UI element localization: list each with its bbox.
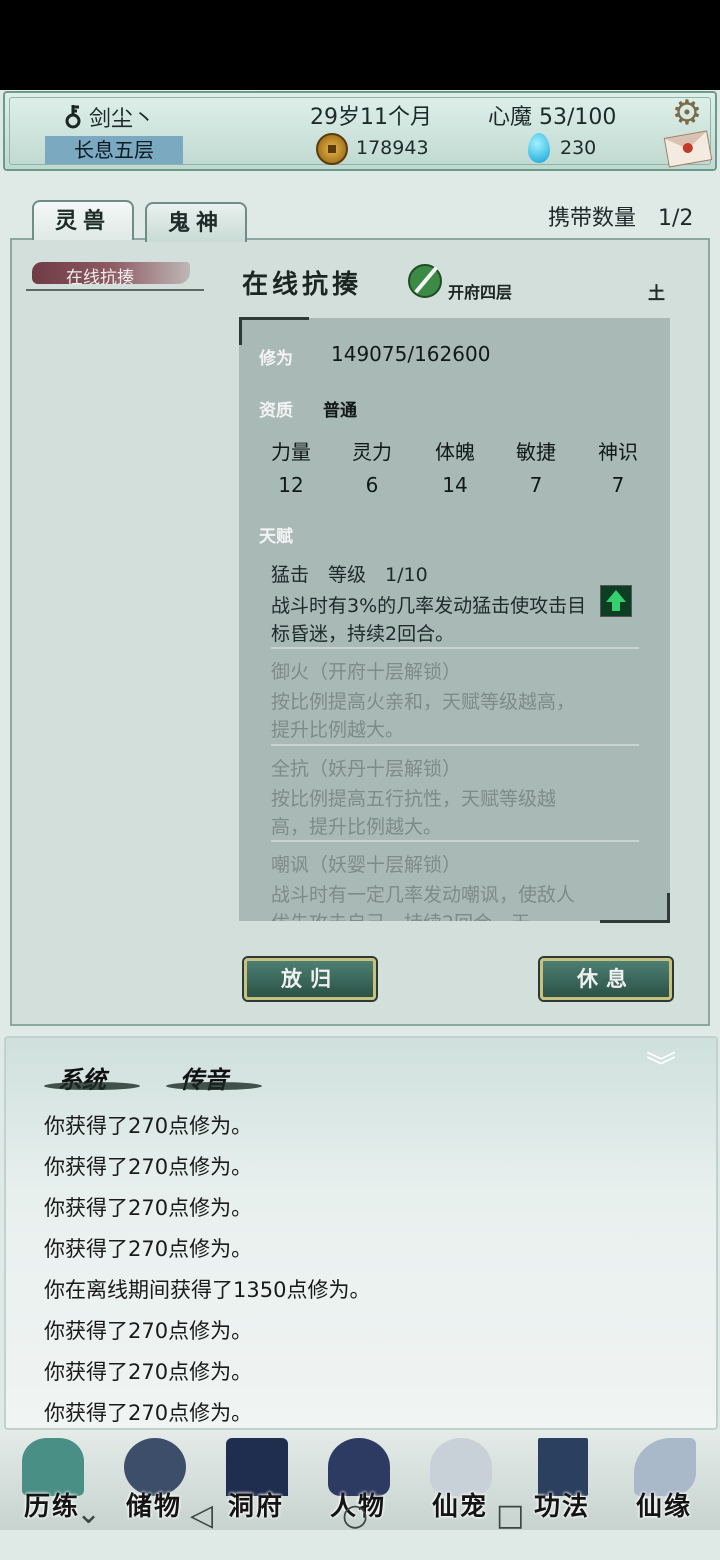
stat-value: 7 [611, 473, 625, 497]
nav-cave[interactable]: 洞府 [206, 1438, 306, 1530]
talent-desc: 战斗时有3%的几率发动猛击使攻击目标昏迷，持续2回合。 [271, 595, 587, 645]
log-line: 你在离线期间获得了1350点修为。 [44, 1278, 371, 1302]
pet-realm: 开府四层 [448, 283, 513, 302]
stat-value: 7 [529, 473, 543, 497]
log-line: 你获得了270点修为。 [44, 1114, 253, 1138]
divider [26, 289, 204, 291]
rename-pen-icon[interactable] [408, 264, 442, 298]
upgrade-talent-button[interactable] [600, 585, 632, 617]
release-button[interactable]: 放归 [244, 958, 376, 1000]
nav-storage[interactable]: 储物 [104, 1438, 204, 1530]
pet-name: 在线抗揍 [242, 270, 363, 300]
tab-ghost-god[interactable]: 鬼神 [145, 202, 247, 242]
gear-icon[interactable]: ⚙ [670, 96, 704, 130]
recents-icon[interactable]: □ [496, 1498, 524, 1533]
stat-name: 力量 [271, 440, 311, 464]
divider [271, 744, 639, 746]
log-line: 你获得了270点修为。 [44, 1155, 253, 1179]
frame-corner [239, 317, 242, 345]
carry-count: 携带数量 1/2 [548, 200, 693, 232]
stat-name: 神识 [598, 440, 638, 464]
frame-corner [239, 317, 309, 320]
player-age: 29岁11个月 [310, 105, 432, 130]
heart-demon: 心魔 53/100 [488, 105, 617, 130]
carry-label: 携带数量 [548, 206, 637, 231]
player-realm: 长息五层 [45, 136, 183, 164]
aptitude-value: 普通 [323, 401, 357, 421]
pet-list-label: 在线抗揍 [66, 268, 134, 288]
nav-fate[interactable]: 仙缘 [614, 1438, 714, 1530]
pet-info-box[interactable]: 修为 149075/162600 资质 普通 力量 灵力 体魄 敏捷 神识 12… [239, 318, 670, 921]
talent-label: 天赋 [259, 527, 293, 547]
stat-name: 敏捷 [516, 440, 556, 464]
nav-label: 洞府 [227, 1492, 284, 1522]
rest-button[interactable]: 休息 [540, 958, 672, 1000]
coin-icon [316, 133, 348, 165]
stat-value: 14 [442, 473, 468, 497]
cultivation-value: 149075/162600 [331, 342, 491, 366]
talent-desc: 按比例提高火亲和，天赋等级越高，提升比例越大。 [271, 691, 576, 741]
log-line: 你获得了270点修为。 [44, 1360, 253, 1384]
pet-element: 土 [648, 284, 665, 304]
talent-name: 猛击 等级 1/10 [271, 564, 428, 586]
stat-name: 体魄 [435, 440, 475, 464]
talent-name: 御火（开府十层解锁） [271, 661, 462, 683]
status-bar [0, 0, 720, 90]
talent-desc: 按比例提高五行抗性，天赋等级越高，提升比例越大。 [271, 788, 557, 838]
carry-value: 1/2 [658, 206, 694, 231]
divider [271, 840, 639, 842]
nav-pet[interactable]: 仙宠 [410, 1438, 510, 1530]
nav-label: 功法 [533, 1492, 590, 1522]
log-line: 你获得了270点修为。 [44, 1237, 253, 1261]
gold-count: 178943 [356, 137, 429, 159]
frame-corner [667, 893, 670, 923]
nav-label: 储物 [125, 1492, 182, 1522]
pet-list-item[interactable]: 在线抗揍 [30, 262, 190, 288]
jade-count: 230 [560, 137, 597, 159]
nav-skills[interactable]: 功法 [512, 1438, 612, 1530]
stat-value: 6 [365, 473, 379, 497]
cultivation-label: 修为 [259, 349, 293, 369]
nav-label: 仙宠 [431, 1492, 488, 1522]
chevron-down-icon[interactable]: ⌄ [76, 1496, 101, 1531]
home-icon[interactable]: ○ [342, 1498, 368, 1533]
stat-value: 12 [278, 473, 304, 497]
talent-name: 全抗（妖丹十层解锁） [271, 758, 462, 780]
divider [271, 647, 639, 649]
player-name[interactable]: 剑尘丶 [63, 101, 155, 133]
tab-whisper[interactable]: 传音 [166, 1060, 262, 1095]
frame-corner [600, 920, 670, 923]
nav-label: 仙缘 [635, 1492, 692, 1522]
log-line: 你获得了270点修为。 [44, 1319, 253, 1343]
stat-name: 灵力 [352, 440, 392, 464]
talent-name: 嘲讽（妖婴十层解锁） [271, 854, 462, 876]
log-line: 你获得了270点修为。 [44, 1401, 253, 1425]
tab-spirit-beast[interactable]: 灵兽 [32, 200, 134, 240]
tab-system[interactable]: 系统 [44, 1060, 140, 1095]
back-icon[interactable]: ◁ [190, 1498, 213, 1533]
talent-desc: 战斗时有一定几率发动嘲讽，使敌人优先攻击自己，持续2回合。天 [271, 884, 576, 921]
aptitude-label: 资质 [259, 401, 293, 421]
log-line: 你获得了270点修为。 [44, 1196, 253, 1220]
collapse-icon[interactable]: ︾ [646, 1050, 676, 1086]
jade-icon [528, 133, 550, 163]
